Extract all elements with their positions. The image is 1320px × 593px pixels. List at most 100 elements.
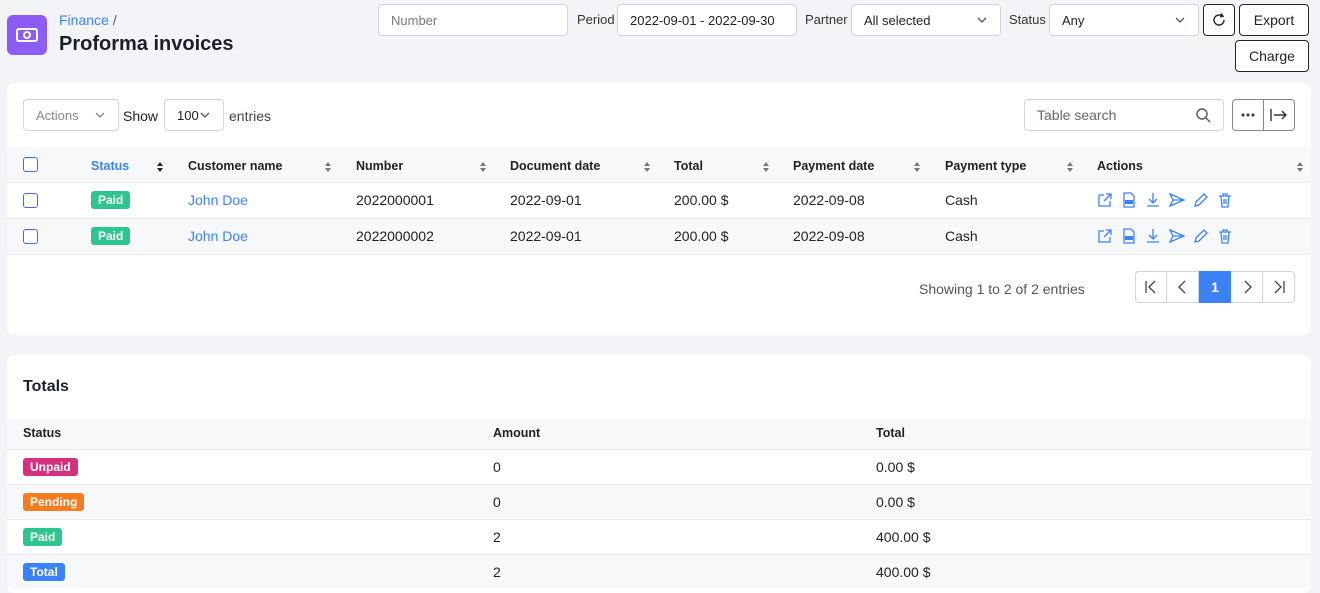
partner-label: Partner [805, 12, 848, 27]
row-checkbox[interactable] [23, 229, 38, 244]
customer-link[interactable]: John Doe [188, 192, 248, 208]
status-badge: Paid [23, 528, 63, 546]
number-filter-input[interactable]: Number [378, 4, 568, 36]
invoice-total: 200.00 $ [674, 228, 729, 244]
charge-button[interactable]: Charge [1235, 40, 1309, 72]
totals-amount: 2 [493, 529, 501, 545]
sort-icon[interactable] [324, 161, 332, 173]
chevron-down-icon [1175, 17, 1185, 23]
last-page-button[interactable] [1263, 271, 1295, 303]
totals-amount: 0 [493, 494, 501, 510]
entries-label: entries [229, 108, 272, 124]
row-actions [1097, 192, 1233, 208]
column-header-customer[interactable]: Customer name [188, 159, 282, 173]
pdf-icon[interactable] [1121, 192, 1137, 208]
pdf-icon[interactable] [1121, 228, 1137, 244]
sort-icon[interactable] [479, 161, 487, 173]
payment-date: 2022-09-08 [793, 228, 865, 244]
chevron-down-icon [200, 112, 210, 118]
actions-label: Actions [36, 107, 79, 123]
sort-icon[interactable] [643, 161, 651, 173]
export-button[interactable]: Export [1239, 4, 1309, 36]
next-page-button[interactable] [1231, 271, 1263, 303]
pagination: 1 [1135, 271, 1295, 303]
totals-total: 0.00 $ [876, 494, 915, 510]
payment-type: Cash [945, 192, 978, 208]
invoice-number: 2022000002 [356, 228, 434, 244]
actions-dropdown[interactable]: Actions [23, 99, 119, 131]
table-row: Paid John Doe 2022000001 2022-09-01 200.… [7, 183, 1311, 218]
status-badge: Total [23, 563, 65, 581]
download-icon[interactable] [1145, 192, 1161, 208]
edit-pencil-icon[interactable] [1193, 228, 1209, 244]
totals-row: Paid 2 400.00 $ [7, 520, 1311, 555]
sort-icon[interactable] [1296, 161, 1304, 173]
period-input[interactable]: 2022-09-01 - 2022-09-30 [617, 4, 797, 36]
invoice-total: 200.00 $ [674, 192, 729, 208]
sort-icon[interactable] [913, 161, 921, 173]
column-header-total[interactable]: Total [674, 159, 703, 173]
entries-value: 100 [177, 107, 199, 123]
status-badge: Pending [23, 493, 85, 511]
last-page-icon [1274, 280, 1285, 294]
first-page-icon [1145, 280, 1156, 294]
more-dots-icon [1241, 113, 1255, 117]
column-header-document-date[interactable]: Document date [510, 159, 600, 173]
column-header-payment-date[interactable]: Payment date [793, 159, 874, 173]
invoice-number: 2022000001 [356, 192, 434, 208]
chevron-left-icon [1177, 280, 1185, 294]
sort-icon[interactable] [1066, 161, 1074, 173]
download-icon[interactable] [1145, 228, 1161, 244]
delete-trash-icon[interactable] [1217, 228, 1233, 244]
row-divider [7, 254, 1311, 255]
entries-select[interactable]: 100 [164, 99, 224, 131]
prev-page-button[interactable] [1167, 271, 1199, 303]
refresh-button[interactable] [1203, 4, 1235, 36]
sort-icon[interactable] [156, 161, 164, 173]
row-actions [1097, 228, 1233, 244]
table-search-placeholder: Table search [1037, 107, 1117, 123]
customer-link[interactable]: John Doe [188, 228, 248, 244]
send-icon[interactable] [1169, 192, 1185, 208]
column-header-payment-type[interactable]: Payment type [945, 159, 1026, 173]
document-date: 2022-09-01 [510, 192, 582, 208]
partner-value: All selected [864, 12, 931, 28]
partner-select[interactable]: All selected [851, 4, 1001, 36]
first-page-button[interactable] [1135, 271, 1167, 303]
table-info: Showing 1 to 2 of 2 entries [919, 281, 1085, 297]
column-header-number[interactable]: Number [356, 159, 403, 173]
status-value: Any [1062, 12, 1085, 28]
columns-toggle-button[interactable] [1263, 99, 1295, 131]
table-search-input[interactable]: Table search [1024, 99, 1224, 131]
payment-date: 2022-09-08 [793, 192, 865, 208]
delete-trash-icon[interactable] [1217, 192, 1233, 208]
chevron-down-icon [95, 112, 105, 118]
status-label: Status [1009, 12, 1046, 27]
column-header-status[interactable]: Status [91, 159, 129, 173]
send-icon[interactable] [1169, 228, 1185, 244]
totals-total: 400.00 $ [876, 529, 931, 545]
breadcrumb-finance-link[interactable]: Finance [59, 12, 109, 28]
row-checkbox[interactable] [23, 193, 38, 208]
select-all-checkbox[interactable] [23, 157, 38, 172]
table-row: Paid John Doe 2022000002 2022-09-01 200.… [7, 219, 1311, 254]
totals-column-total: Total [876, 426, 905, 440]
search-icon [1196, 108, 1211, 123]
breadcrumb: Finance / [59, 12, 117, 28]
totals-row: Total 2 400.00 $ [7, 555, 1311, 588]
period-label: Period [577, 12, 615, 27]
status-select[interactable]: Any [1049, 4, 1199, 36]
arrow-to-right-icon [1270, 109, 1287, 121]
more-options-button[interactable] [1232, 99, 1264, 131]
finance-app-icon [7, 15, 47, 55]
open-external-icon[interactable] [1097, 228, 1113, 244]
totals-amount: 2 [493, 564, 501, 580]
edit-pencil-icon[interactable] [1193, 192, 1209, 208]
totals-column-amount: Amount [493, 426, 541, 440]
totals-header-row [7, 419, 1311, 449]
sort-icon[interactable] [762, 161, 770, 173]
page-1-button[interactable]: 1 [1199, 271, 1231, 303]
status-badge: Unpaid [23, 458, 78, 476]
open-external-icon[interactable] [1097, 192, 1113, 208]
totals-amount: 0 [493, 459, 501, 475]
